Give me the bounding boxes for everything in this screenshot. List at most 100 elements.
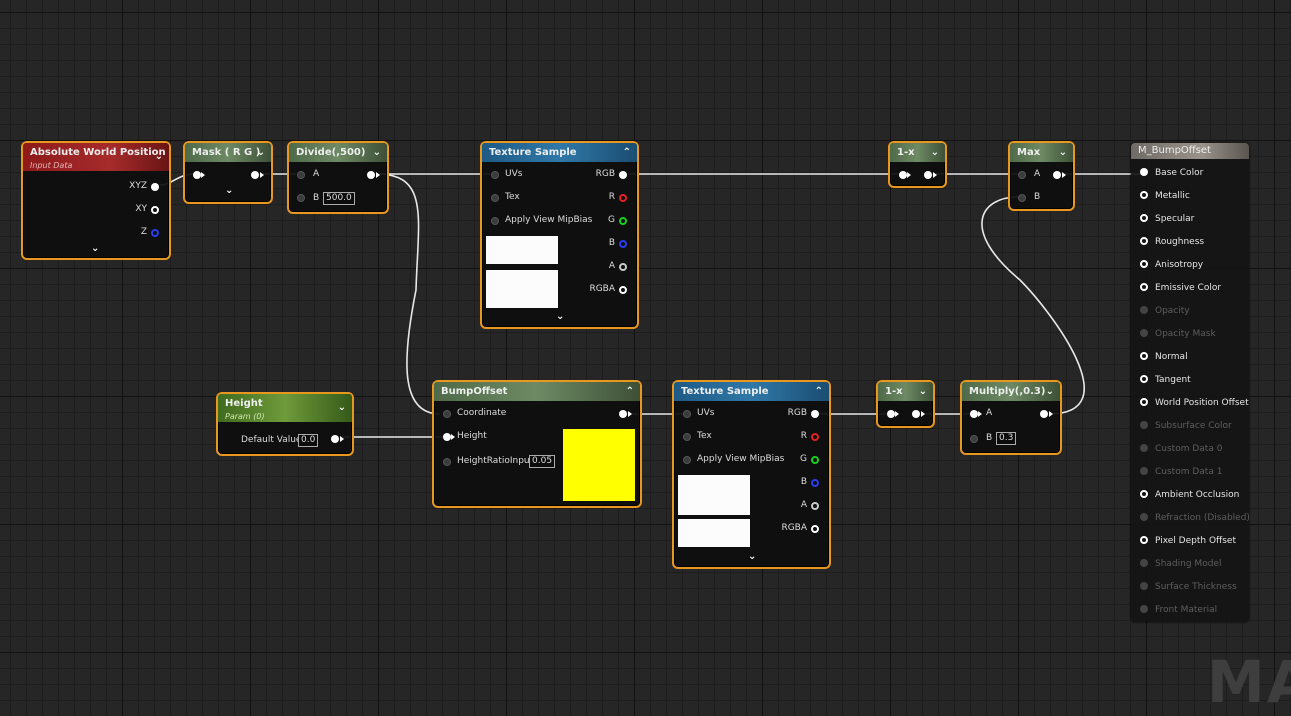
output-pin[interactable] [367,171,375,179]
chevron-down-icon[interactable]: ⌄ [373,143,381,162]
input-pin-coordinate[interactable] [443,410,451,418]
b-value-field[interactable]: 500.0 [323,192,355,205]
chevron-down-icon[interactable]: ⌄ [1059,143,1067,162]
chevron-down-icon[interactable]: ⌄ [155,149,163,165]
one-minus-node-2[interactable]: 1-x ⌄ [876,380,935,428]
node-header[interactable]: 1-x ⌄ [878,382,933,401]
chevron-up-icon[interactable]: ⌃ [623,143,631,162]
node-header[interactable]: Mask ( R G ) ⌄ [185,143,271,162]
expand-chevron-icon[interactable]: ⌄ [748,551,756,562]
height-parameter-node[interactable]: Height Param (0) ⌄ Default Value 0.0 [216,392,354,456]
input-pin-b[interactable] [297,194,305,202]
input-pin-a[interactable] [970,410,978,418]
input-pin-icon[interactable] [1140,168,1148,176]
input-pin-icon[interactable] [1140,237,1148,245]
input-pin-tex[interactable] [683,433,691,441]
input-pin-icon[interactable] [1140,191,1148,199]
output-pin-xy[interactable] [151,206,159,214]
output-pin-a[interactable] [619,263,627,271]
node-header[interactable]: Texture Sample ⌃ [482,143,637,162]
default-value-field[interactable]: 0.0 [298,434,319,447]
output-pin-r[interactable] [811,433,819,441]
output-pin[interactable] [251,171,259,179]
input-pin-b[interactable] [970,435,978,443]
output-pin[interactable] [619,410,627,418]
result-pin-row[interactable]: Pixel Depth Offset [1140,536,1236,548]
expand-chevron-icon[interactable]: ⌄ [91,243,99,254]
chevron-up-icon[interactable]: ⌃ [626,382,634,401]
height-ratio-field[interactable]: 0.05 [529,455,556,468]
input-pin-height[interactable] [443,433,451,441]
chevron-up-icon[interactable]: ⌃ [815,382,823,401]
result-pin-row[interactable]: World Position Offset [1140,398,1249,410]
output-pin-r[interactable] [619,194,627,202]
output-pin[interactable] [1040,410,1048,418]
input-pin-icon[interactable] [1140,398,1148,406]
node-header[interactable]: Multiply(,0.3) ⌄ [962,382,1060,401]
node-header[interactable]: Texture Sample ⌃ [674,382,829,401]
input-pin-heightratio[interactable] [443,458,451,466]
output-pin[interactable] [331,435,339,443]
output-pin-a[interactable] [811,502,819,510]
node-header[interactable]: Absolute World Position Input Data ⌄ [23,143,169,171]
input-pin-uvs[interactable] [491,171,499,179]
input-pin-icon[interactable] [1140,283,1148,291]
texture-sample-node-2[interactable]: Texture Sample ⌃ UVs Tex Apply View MipB… [672,380,831,569]
output-pin-rgb[interactable] [619,171,627,179]
multiply-node[interactable]: Multiply(,0.3) ⌄ A B 0.3 [960,380,1062,455]
output-pin[interactable] [1053,171,1061,179]
input-pin-icon[interactable] [1140,352,1148,360]
input-pin[interactable] [899,171,907,179]
result-pin-row[interactable]: Specular [1140,214,1194,226]
bump-offset-node[interactable]: BumpOffset ⌃ Coordinate Height HeightRat… [432,380,642,508]
output-pin-xyz[interactable] [151,183,159,191]
output-pin[interactable] [924,171,932,179]
output-pin-g[interactable] [811,456,819,464]
input-pin-tex[interactable] [491,194,499,202]
result-pin-row[interactable]: Tangent [1140,375,1191,387]
input-pin[interactable] [193,171,201,179]
output-pin-z[interactable] [151,229,159,237]
input-pin-a[interactable] [1018,171,1026,179]
node-header[interactable]: BumpOffset ⌃ [434,382,640,401]
absolute-world-position-node[interactable]: Absolute World Position Input Data ⌄ XYZ… [21,141,171,260]
output-pin-rgb[interactable] [811,410,819,418]
node-header[interactable]: Height Param (0) ⌄ [218,394,352,422]
chevron-down-icon[interactable]: ⌄ [931,143,939,162]
input-pin-a[interactable] [297,171,305,179]
max-node[interactable]: Max ⌄ A B [1008,141,1075,211]
node-header[interactable]: Divide(,500) ⌄ [289,143,387,162]
input-pin-uvs[interactable] [683,410,691,418]
texture-sample-node-1[interactable]: Texture Sample ⌃ UVs Tex Apply View MipB… [480,141,639,329]
output-pin-rgba[interactable] [811,525,819,533]
node-header[interactable]: 1-x ⌄ [890,143,945,162]
chevron-down-icon[interactable]: ⌄ [257,143,265,162]
chevron-down-icon[interactable]: ⌄ [919,382,927,401]
input-pin-b[interactable] [1018,194,1026,202]
output-pin-g[interactable] [619,217,627,225]
input-pin[interactable] [887,410,895,418]
result-pin-row[interactable]: Ambient Occlusion [1140,490,1239,502]
material-result-node[interactable]: M_BumpOffset Base Color Metallic Specular R… [1131,143,1250,622]
mask-node[interactable]: Mask ( R G ) ⌄ ⌄ [183,141,273,204]
result-pin-row[interactable]: Roughness [1140,237,1204,249]
result-pin-row[interactable]: Metallic [1140,191,1190,203]
output-pin[interactable] [912,410,920,418]
input-pin-icon[interactable] [1140,490,1148,498]
output-pin-b[interactable] [811,479,819,487]
one-minus-node-1[interactable]: 1-x ⌄ [888,141,947,188]
input-pin-icon[interactable] [1140,214,1148,222]
input-pin-icon[interactable] [1140,260,1148,268]
node-header[interactable]: Max ⌄ [1010,143,1073,162]
b-value-field[interactable]: 0.3 [996,432,1017,445]
input-pin-mipbias[interactable] [491,217,499,225]
chevron-down-icon[interactable]: ⌄ [1046,382,1054,401]
input-pin-icon[interactable] [1140,375,1148,383]
expand-chevron-icon[interactable]: ⌄ [556,311,564,322]
output-pin-rgba[interactable] [619,286,627,294]
result-pin-row[interactable]: Anisotropy [1140,260,1203,272]
input-pin-mipbias[interactable] [683,456,691,464]
output-pin-b[interactable] [619,240,627,248]
divide-node[interactable]: Divide(,500) ⌄ A B 500.0 [287,141,389,214]
result-pin-row[interactable]: Base Color [1140,168,1203,180]
